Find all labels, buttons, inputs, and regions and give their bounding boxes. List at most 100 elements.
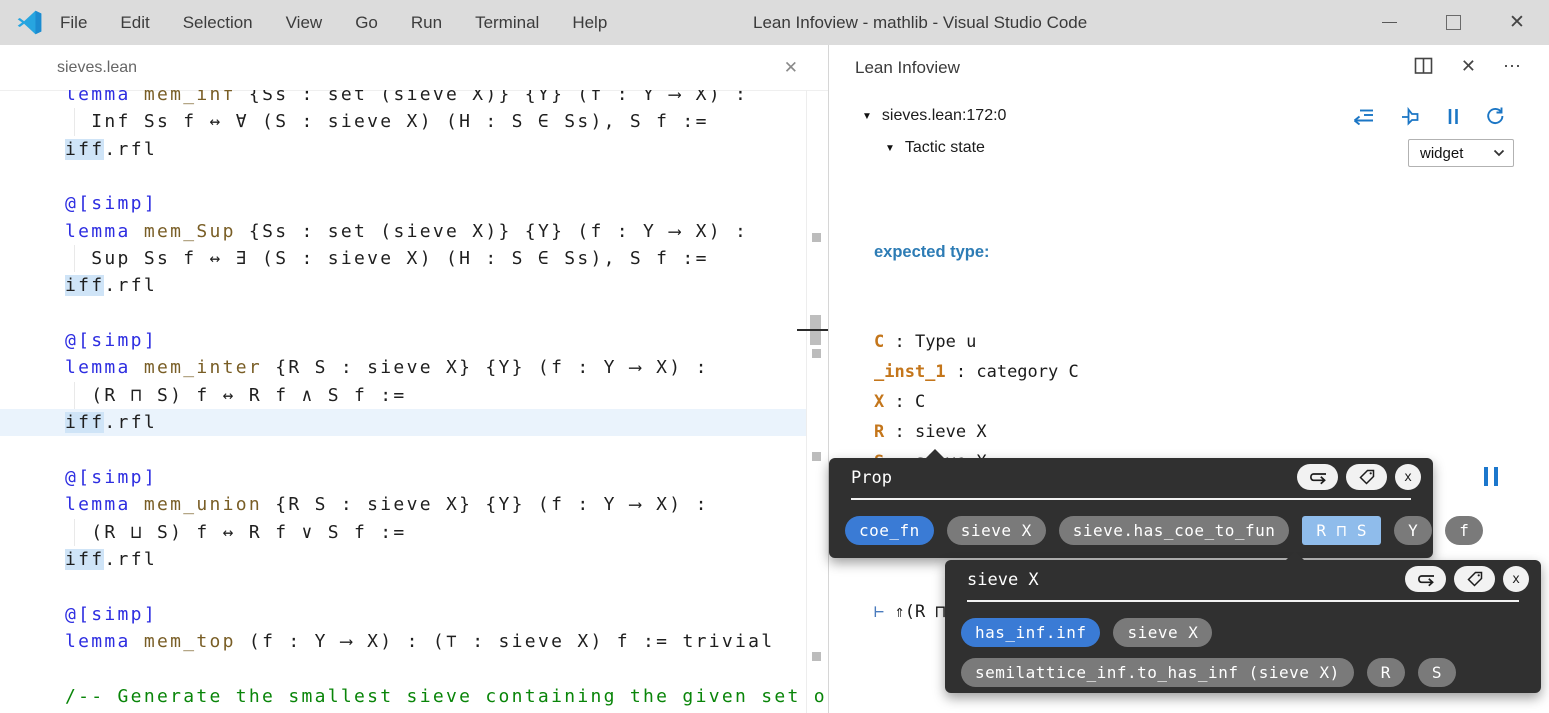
go-to-definition-button[interactable] [1405,566,1446,592]
collapse-triangle-icon[interactable]: ▼ [885,143,895,154]
close-tooltip-button[interactable]: x [1395,464,1421,490]
menu-view[interactable]: View [286,13,323,33]
menu-run[interactable]: Run [411,13,442,33]
vscode-logo-icon [16,9,43,36]
overview-ruler-mark [812,233,821,242]
tooltip-buttons: x [1405,566,1529,592]
pill-coe_fn[interactable]: coe_fn [845,516,934,545]
code-line[interactable]: Sup Ss f ↔ ∃ (S : sieve X) (H : S ∈ Ss),… [0,245,806,272]
tactic-state-header[interactable]: ▼ Tactic state [885,139,985,157]
pill-sieve-X[interactable]: sieve X [1113,618,1212,647]
close-window-button[interactable]: ✕ [1485,0,1549,45]
tab-sieves-lean[interactable]: sieves.lean [57,59,137,77]
hook-arrow-icon [1306,469,1330,486]
code-line[interactable]: iff.rfl [0,136,806,163]
window-title: Lean Infoview - mathlib - Visual Studio … [753,0,1087,45]
code-line[interactable]: lemma mem_Sup {Ss : set (sieve X)} {Y} (… [0,218,806,245]
pill-sieve-X[interactable]: sieve X [947,516,1046,545]
code-line[interactable]: @[simp] [0,327,806,354]
pause-icon[interactable] [1446,107,1460,126]
expected-type-label: expected type: [874,237,1140,267]
code-line[interactable] [0,163,806,190]
tooltip-pill-rows: coe_fn sieve X sieve.has_coe_to_fun R ⊓ S Yf [845,516,1483,545]
hypothesis-type: : sieve X [884,422,986,442]
tag-button[interactable] [1346,464,1387,490]
menu-go[interactable]: Go [355,13,378,33]
code-line[interactable]: (R ⊓ S) f ↔ R f ∧ S f := [0,382,806,409]
overview-ruler-mark [812,349,821,358]
code-line[interactable]: lemma mem_inter {R S : sieve X} {Y} (f :… [0,354,806,381]
code-line[interactable]: @[simp] [0,190,806,217]
titlebar: File Edit Selection View Go Run Terminal Help L… [0,0,1549,45]
close-panel-icon[interactable]: ✕ [1461,57,1476,75]
minimize-button[interactable] [1357,0,1421,45]
code-line[interactable]: lemma mem_union {R S : sieve X} {Y} (f :… [0,491,806,518]
pill-semilattice_inf.to_has_inf-sieve-X[interactable]: semilattice_inf.to_has_inf (sieve X) [961,658,1354,687]
editor-boundary-line [806,90,807,713]
collapse-triangle-icon[interactable]: ▼ [862,111,872,122]
pill-R-S[interactable]: R ⊓ S [1302,516,1381,545]
highlighted-word: iff [65,549,104,570]
code-line[interactable] [0,436,806,463]
highlighted-word: iff [65,412,104,433]
menu-edit[interactable]: Edit [120,13,149,33]
code-line[interactable]: lemma mem_inf {Ss : set (sieve X)} {Y} (… [0,90,806,108]
refresh-icon[interactable] [1485,106,1505,126]
hypothesis-type: : category C [946,362,1079,382]
pin-icon[interactable] [1400,106,1421,126]
code-token: lemma [65,631,131,652]
hypothesis-name: R [874,422,884,442]
menu-selection[interactable]: Selection [183,13,253,33]
tooltip-prop: Prop x coe_fnsieve Xsieve.has_coe_to_fun… [829,458,1433,558]
code-line[interactable] [0,655,806,682]
pill-f[interactable]: f [1445,516,1483,545]
code-line[interactable] [0,573,806,600]
tab-close-icon[interactable]: ✕ [784,58,798,78]
pill-has_inf.inf[interactable]: has_inf.inf [961,618,1100,647]
menu-terminal[interactable]: Terminal [475,13,539,33]
close-tooltip-button[interactable]: x [1503,566,1529,592]
code-line[interactable]: @[simp] [0,601,806,628]
turnstile-symbol: ⊢ [874,602,884,622]
widget-dropdown-value: widget [1420,145,1463,162]
code-line[interactable]: /-- Generate the smallest sieve containi… [0,683,806,710]
hook-arrow-icon [1414,571,1438,588]
menu-file[interactable]: File [60,13,87,33]
tooltip-divider [851,498,1411,500]
code-editor[interactable]: lemma mem_inf {Ss : set (sieve X)} {Y} (… [0,90,828,713]
code-line[interactable]: @[simp] [0,464,806,491]
tooltip-arrow [925,449,945,459]
code-token: {R S : sieve X} {Y} (f : Y ⟶ X) : [262,357,709,378]
code-token [131,494,144,515]
code-line[interactable]: iff.rfl [0,546,806,573]
code-line[interactable]: lemma mem_top (f : Y ⟶ X) : (⊤ : sieve X… [0,628,806,655]
go-to-definition-button[interactable] [1297,464,1338,490]
code-line[interactable]: (R ⊔ S) f ↔ R f ∨ S f := [0,519,806,546]
code-line[interactable] [0,300,806,327]
hypothesis-line[interactable]: X : C [874,387,1140,417]
file-location-header[interactable]: ▼ sieves.lean:172:0 [862,107,1006,125]
maximize-button[interactable] [1421,0,1485,45]
menu-help[interactable]: Help [572,13,607,33]
tab-bar: sieves.lean ✕ [0,45,828,91]
split-editor-icon[interactable] [1414,57,1434,75]
code-line[interactable]: iff.rfl [0,272,806,299]
pause-indicator-icon[interactable] [1484,467,1498,486]
hypothesis-name: _inst_1 [874,362,946,382]
pill-S[interactable]: S [1418,658,1456,687]
pill-R[interactable]: R [1367,658,1405,687]
tag-button[interactable] [1454,566,1495,592]
vscode-window: File Edit Selection View Go Run Terminal Help L… [0,0,1549,713]
hypothesis-line[interactable]: R : sieve X [874,417,1140,447]
copy-to-comment-icon[interactable] [1352,107,1375,125]
pill-Y[interactable]: Y [1394,516,1432,545]
code-line[interactable]: iff.rfl [0,409,806,436]
pill-sieve.has_coe_to_fun[interactable]: sieve.has_coe_to_fun [1059,516,1290,545]
code-token: .rfl [104,275,157,296]
tooltip-divider [967,600,1519,602]
more-actions-icon[interactable]: ⋯ [1503,57,1521,75]
hypothesis-line[interactable]: _inst_1 : category C [874,357,1140,387]
widget-dropdown[interactable]: widget [1408,139,1514,167]
hypothesis-line[interactable]: C : Type u [874,327,1140,357]
code-line[interactable]: Inf Ss f ↔ ∀ (S : sieve X) (H : S ∈ Ss),… [0,108,806,135]
